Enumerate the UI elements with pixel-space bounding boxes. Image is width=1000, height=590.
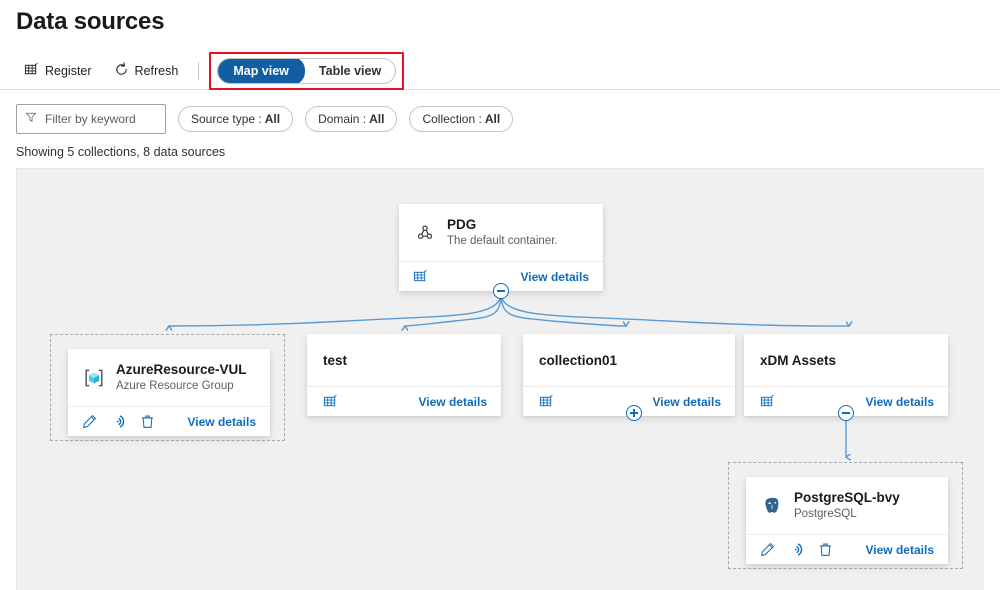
search-box[interactable]	[16, 104, 166, 134]
node-xdm-assets-title: xDM Assets	[760, 352, 836, 369]
register-label: Register	[45, 64, 92, 78]
node-test[interactable]: test View details	[307, 334, 501, 416]
tab-map-view[interactable]: Map view	[217, 58, 305, 84]
postgresql-icon	[760, 494, 784, 518]
node-test-body: test	[307, 334, 501, 386]
node-azure-resource-vul-text: AzureResource-VUL Azure Resource Group	[116, 361, 247, 394]
node-xdm-assets-text: xDM Assets	[760, 352, 836, 369]
command-bar-divider	[198, 62, 199, 80]
collection-icon	[413, 221, 437, 245]
node-pdg-text: PDG The default container.	[447, 216, 558, 249]
search-input[interactable]	[43, 111, 157, 127]
node-test-text: test	[323, 352, 347, 369]
filter-pill-domain[interactable]: Domain :All	[305, 106, 397, 132]
refresh-icon	[114, 62, 129, 80]
node-collection01-body: collection01	[523, 334, 735, 386]
node-collection01-text: collection01	[539, 352, 617, 369]
view-toggle-highlight: Map view Table view	[209, 52, 404, 90]
filter-pill-source-type-label: Source type :	[191, 112, 262, 126]
node-test-title: test	[323, 352, 347, 369]
collection-grid-icon[interactable]	[539, 394, 554, 409]
node-postgresql-bvy-title: PostgreSQL-bvy	[794, 489, 900, 506]
node-xdm-assets-body: xDM Assets	[744, 334, 948, 386]
node-xdm-assets-view-details[interactable]: View details	[866, 395, 934, 409]
refresh-button[interactable]: Refresh	[106, 56, 187, 86]
filter-pill-domain-label: Domain :	[318, 112, 366, 126]
node-postgresql-bvy[interactable]: PostgreSQL-bvy PostgreSQL	[746, 477, 948, 564]
node-pdg[interactable]: PDG The default container. View details	[399, 204, 603, 291]
register-grid-icon	[24, 62, 39, 80]
node-pdg-body: PDG The default container.	[399, 204, 603, 261]
node-xdm-assets[interactable]: xDM Assets View details	[744, 334, 948, 416]
node-test-view-details[interactable]: View details	[419, 395, 487, 409]
results-count: Showing 5 collections, 8 data sources	[16, 145, 225, 159]
node-pdg-view-details[interactable]: View details	[521, 270, 589, 284]
filter-pill-source-type-value: All	[265, 112, 280, 126]
node-pdg-subtitle: The default container.	[447, 234, 558, 249]
command-bar: Register Refresh Map view Table view	[0, 52, 1000, 90]
filter-pill-collection-value: All	[485, 112, 500, 126]
filter-bar: Source type :All Domain :All Collection …	[0, 103, 1000, 135]
node-azure-resource-vul-title: AzureResource-VUL	[116, 361, 247, 378]
node-pdg-collapse-handle[interactable]	[493, 283, 509, 299]
edit-pencil-icon[interactable]	[82, 414, 97, 429]
filter-pill-collection-label: Collection :	[422, 112, 481, 126]
node-azure-resource-vul[interactable]: AzureResource-VUL Azure Resource Group	[68, 349, 270, 436]
filter-pill-domain-value: All	[369, 112, 384, 126]
refresh-label: Refresh	[135, 64, 179, 78]
tab-table-view[interactable]: Table view	[305, 58, 395, 84]
register-button[interactable]: Register	[16, 56, 100, 86]
node-postgresql-bvy-actions	[760, 542, 833, 557]
collection-grid-icon[interactable]	[413, 269, 428, 284]
node-azure-resource-vul-body: AzureResource-VUL Azure Resource Group	[68, 349, 270, 406]
node-postgresql-bvy-subtitle: PostgreSQL	[794, 507, 900, 522]
edit-pencil-icon[interactable]	[760, 542, 775, 557]
node-postgresql-bvy-body: PostgreSQL-bvy PostgreSQL	[746, 477, 948, 534]
view-toggle-group: Map view Table view	[217, 58, 396, 84]
page-title: Data sources	[16, 8, 164, 36]
collection-grid-icon[interactable]	[760, 394, 775, 409]
node-collection01[interactable]: collection01 View details	[523, 334, 735, 416]
filter-icon	[25, 110, 37, 128]
node-test-footer: View details	[307, 386, 501, 416]
node-pdg-title: PDG	[447, 216, 558, 233]
node-postgresql-bvy-footer: View details	[746, 534, 948, 564]
delete-trash-icon[interactable]	[140, 414, 155, 429]
delete-trash-icon[interactable]	[818, 542, 833, 557]
scan-icon[interactable]	[111, 414, 126, 429]
filter-pill-source-type[interactable]: Source type :All	[178, 106, 293, 132]
scan-icon[interactable]	[789, 542, 804, 557]
azure-resource-group-icon	[82, 366, 106, 390]
node-postgresql-bvy-view-details[interactable]: View details	[866, 543, 934, 557]
filter-pill-collection[interactable]: Collection : All	[409, 106, 513, 132]
collection-grid-icon[interactable]	[323, 394, 338, 409]
node-postgresql-bvy-text: PostgreSQL-bvy PostgreSQL	[794, 489, 900, 522]
node-azure-resource-vul-footer: View details	[68, 406, 270, 436]
node-azure-resource-vul-view-details[interactable]: View details	[188, 415, 256, 429]
node-collection01-title: collection01	[539, 352, 617, 369]
node-azure-resource-vul-subtitle: Azure Resource Group	[116, 379, 247, 394]
node-collection01-expand-handle[interactable]	[626, 405, 642, 421]
node-azure-resource-vul-actions	[82, 414, 155, 429]
node-collection01-view-details[interactable]: View details	[653, 395, 721, 409]
collection-map-canvas[interactable]: PDG The default container. View details	[16, 168, 984, 590]
node-xdm-assets-collapse-handle[interactable]	[838, 405, 854, 421]
